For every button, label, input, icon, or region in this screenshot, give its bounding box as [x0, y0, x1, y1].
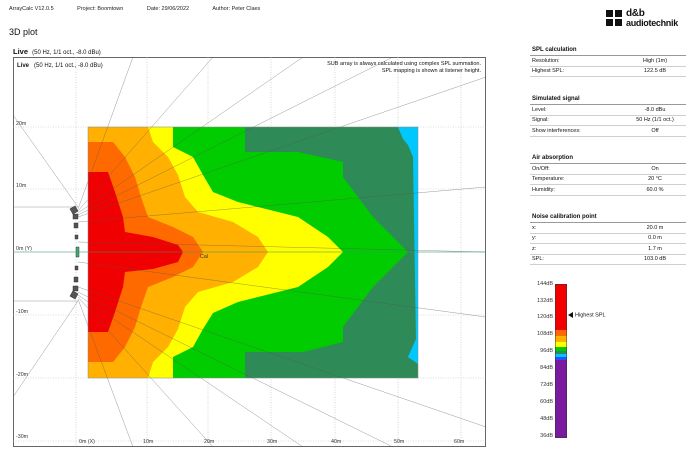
legend-tick: 72dB: [540, 382, 553, 388]
panel-row: SPL: 103.0 dB: [530, 255, 686, 265]
calculation-note-line2: SPL mapping is shown at listener height.: [381, 68, 481, 74]
row-value: -8.0 dBu: [644, 106, 666, 113]
spl-map-plot[interactable]: Live (50 Hz, 1/1 oct., -8.0 dBu) SUB arra…: [13, 57, 486, 447]
panel-row: Temperature: 20 °C: [530, 175, 686, 185]
legend-tick: 120dB: [537, 314, 553, 320]
panel-title: SPL calculation: [530, 47, 686, 56]
panel-row: Resolution: High (1m): [530, 56, 686, 67]
panel-simulated-signal: Simulated signal Level: -8.0 dBu Signal: 5…: [530, 96, 686, 137]
x-tick: 60m: [454, 439, 465, 445]
row-value: 122.5 dB: [643, 68, 667, 75]
row-value: 1.7 m: [648, 245, 662, 252]
logo-line2: audiotechnik: [626, 18, 678, 28]
panel-spl-calculation: SPL calculation Resolution: High (1m) Hig…: [530, 47, 686, 77]
x-tick: 50m: [394, 439, 405, 445]
legend-tick: 144dB: [537, 281, 553, 287]
y-tick: 20m: [16, 121, 27, 127]
panel-title: Simulated signal: [530, 96, 686, 105]
row-label: Signal:: [532, 117, 549, 124]
panel-row: Level: -8.0 dBu: [530, 105, 686, 116]
legend-tick: 48dB: [540, 416, 553, 422]
x-tick: 0m (X): [79, 439, 95, 445]
y-tick: -30m: [16, 434, 29, 440]
spl-color-scale: [555, 284, 567, 438]
x-tick: 10m: [143, 439, 154, 445]
row-label: z:: [532, 245, 537, 252]
row-label: Show interferences:: [532, 127, 581, 134]
y-tick: -20m: [16, 372, 29, 378]
legend-tick: 108dB: [537, 331, 553, 337]
row-label: Highest SPL:: [532, 68, 565, 75]
panel-noise-calibration: Noise calibration point x: 20.0 m y: 0.0 m…: [530, 214, 686, 265]
y-tick: 0m (Y): [16, 246, 32, 252]
panel-air-absorption: Air absorption On/Off: On Temperature: 20 …: [530, 155, 686, 196]
db-logo-icon: [606, 10, 622, 26]
row-value: 60.0 %: [646, 186, 664, 193]
calibration-point-label: Cal: [200, 254, 208, 260]
y-tick: 10m: [16, 183, 27, 189]
plot-title: Live (50 Hz, 1/1 oct., -8.0 dBu): [13, 47, 101, 56]
panel-row: x: 20.0 m: [530, 223, 686, 234]
row-value: 103.0 dB: [643, 256, 667, 263]
row-value: 0.0 m: [648, 235, 662, 242]
row-value: 20.0 m: [646, 224, 664, 231]
app-version: ArrayCalc V12.0.5: [9, 6, 54, 12]
row-label: x:: [532, 224, 537, 231]
report-header: ArrayCalc V12.0.5 Project: Boomtown Date…: [9, 6, 282, 12]
row-label: Temperature:: [532, 176, 565, 183]
panel-row: Humidity: 60.0 %: [530, 185, 686, 196]
arrow-left-icon: [568, 312, 573, 318]
panel-row: y: 0.0 m: [530, 234, 686, 244]
panel-row: Show interferences: Off: [530, 126, 686, 137]
row-label: Humidity:: [532, 186, 555, 193]
legend-tick: 96dB: [540, 348, 553, 354]
plot-inner-title-params: (50 Hz, 1/1 oct., -8.0 dBu): [34, 63, 103, 69]
row-label: y:: [532, 235, 537, 242]
legend-tick: 84dB: [540, 365, 553, 371]
row-value: On: [651, 165, 659, 172]
row-value: Off: [651, 127, 659, 134]
panel-title: Air absorption: [530, 155, 686, 164]
plot-inner-title: Live (50 Hz, 1/1 oct., -8.0 dBu): [17, 63, 103, 69]
report-date: Date: 29/06/2022: [146, 6, 190, 12]
plot-inner-title-main: Live: [17, 63, 30, 69]
x-tick: 40m: [331, 439, 342, 445]
spl-map-svg: [13, 57, 486, 447]
page-title: 3D plot: [9, 27, 38, 37]
row-label: On/Off:: [532, 165, 550, 172]
project-name: Project: Boomtown: [77, 6, 124, 12]
row-value: High (1m): [642, 57, 668, 64]
row-value: 50 Hz (1/1 oct.): [636, 117, 674, 124]
row-label: Resolution:: [532, 57, 560, 64]
panel-row: On/Off: On: [530, 164, 686, 175]
x-tick: 30m: [267, 439, 278, 445]
row-value: 20 °C: [648, 176, 662, 183]
report-author: Author: Peter Claes: [212, 6, 261, 12]
panel-row: Highest SPL: 122.5 dB: [530, 67, 686, 77]
calculation-note-line1: SUB array is always calculated using com…: [327, 61, 481, 67]
panel-row: Signal: 50 Hz (1/1 oct.): [530, 116, 686, 126]
spl-coverage-map: [88, 127, 418, 378]
plot-title-params: (50 Hz, 1/1 oct., -8.0 dBu): [32, 50, 101, 56]
panel-title: Noise calibration point: [530, 214, 686, 223]
plot-title-main: Live: [13, 47, 29, 56]
db-audiotechnik-logo: d&b audiotechnik: [606, 8, 686, 32]
panel-row: z: 1.7 m: [530, 244, 686, 255]
highest-spl-marker-label: Highest SPL: [575, 312, 606, 319]
row-label: SPL:: [532, 256, 544, 263]
highest-spl-marker: Highest SPL: [568, 312, 606, 318]
calculation-note: SUB array is always calculated using com…: [327, 61, 481, 75]
row-label: Level:: [532, 106, 547, 113]
legend-tick: 60dB: [540, 399, 553, 405]
legend-tick: 36dB: [540, 433, 553, 439]
y-tick: -10m: [16, 309, 29, 315]
legend-tick: 132dB: [537, 298, 553, 304]
x-tick: 20m: [204, 439, 215, 445]
